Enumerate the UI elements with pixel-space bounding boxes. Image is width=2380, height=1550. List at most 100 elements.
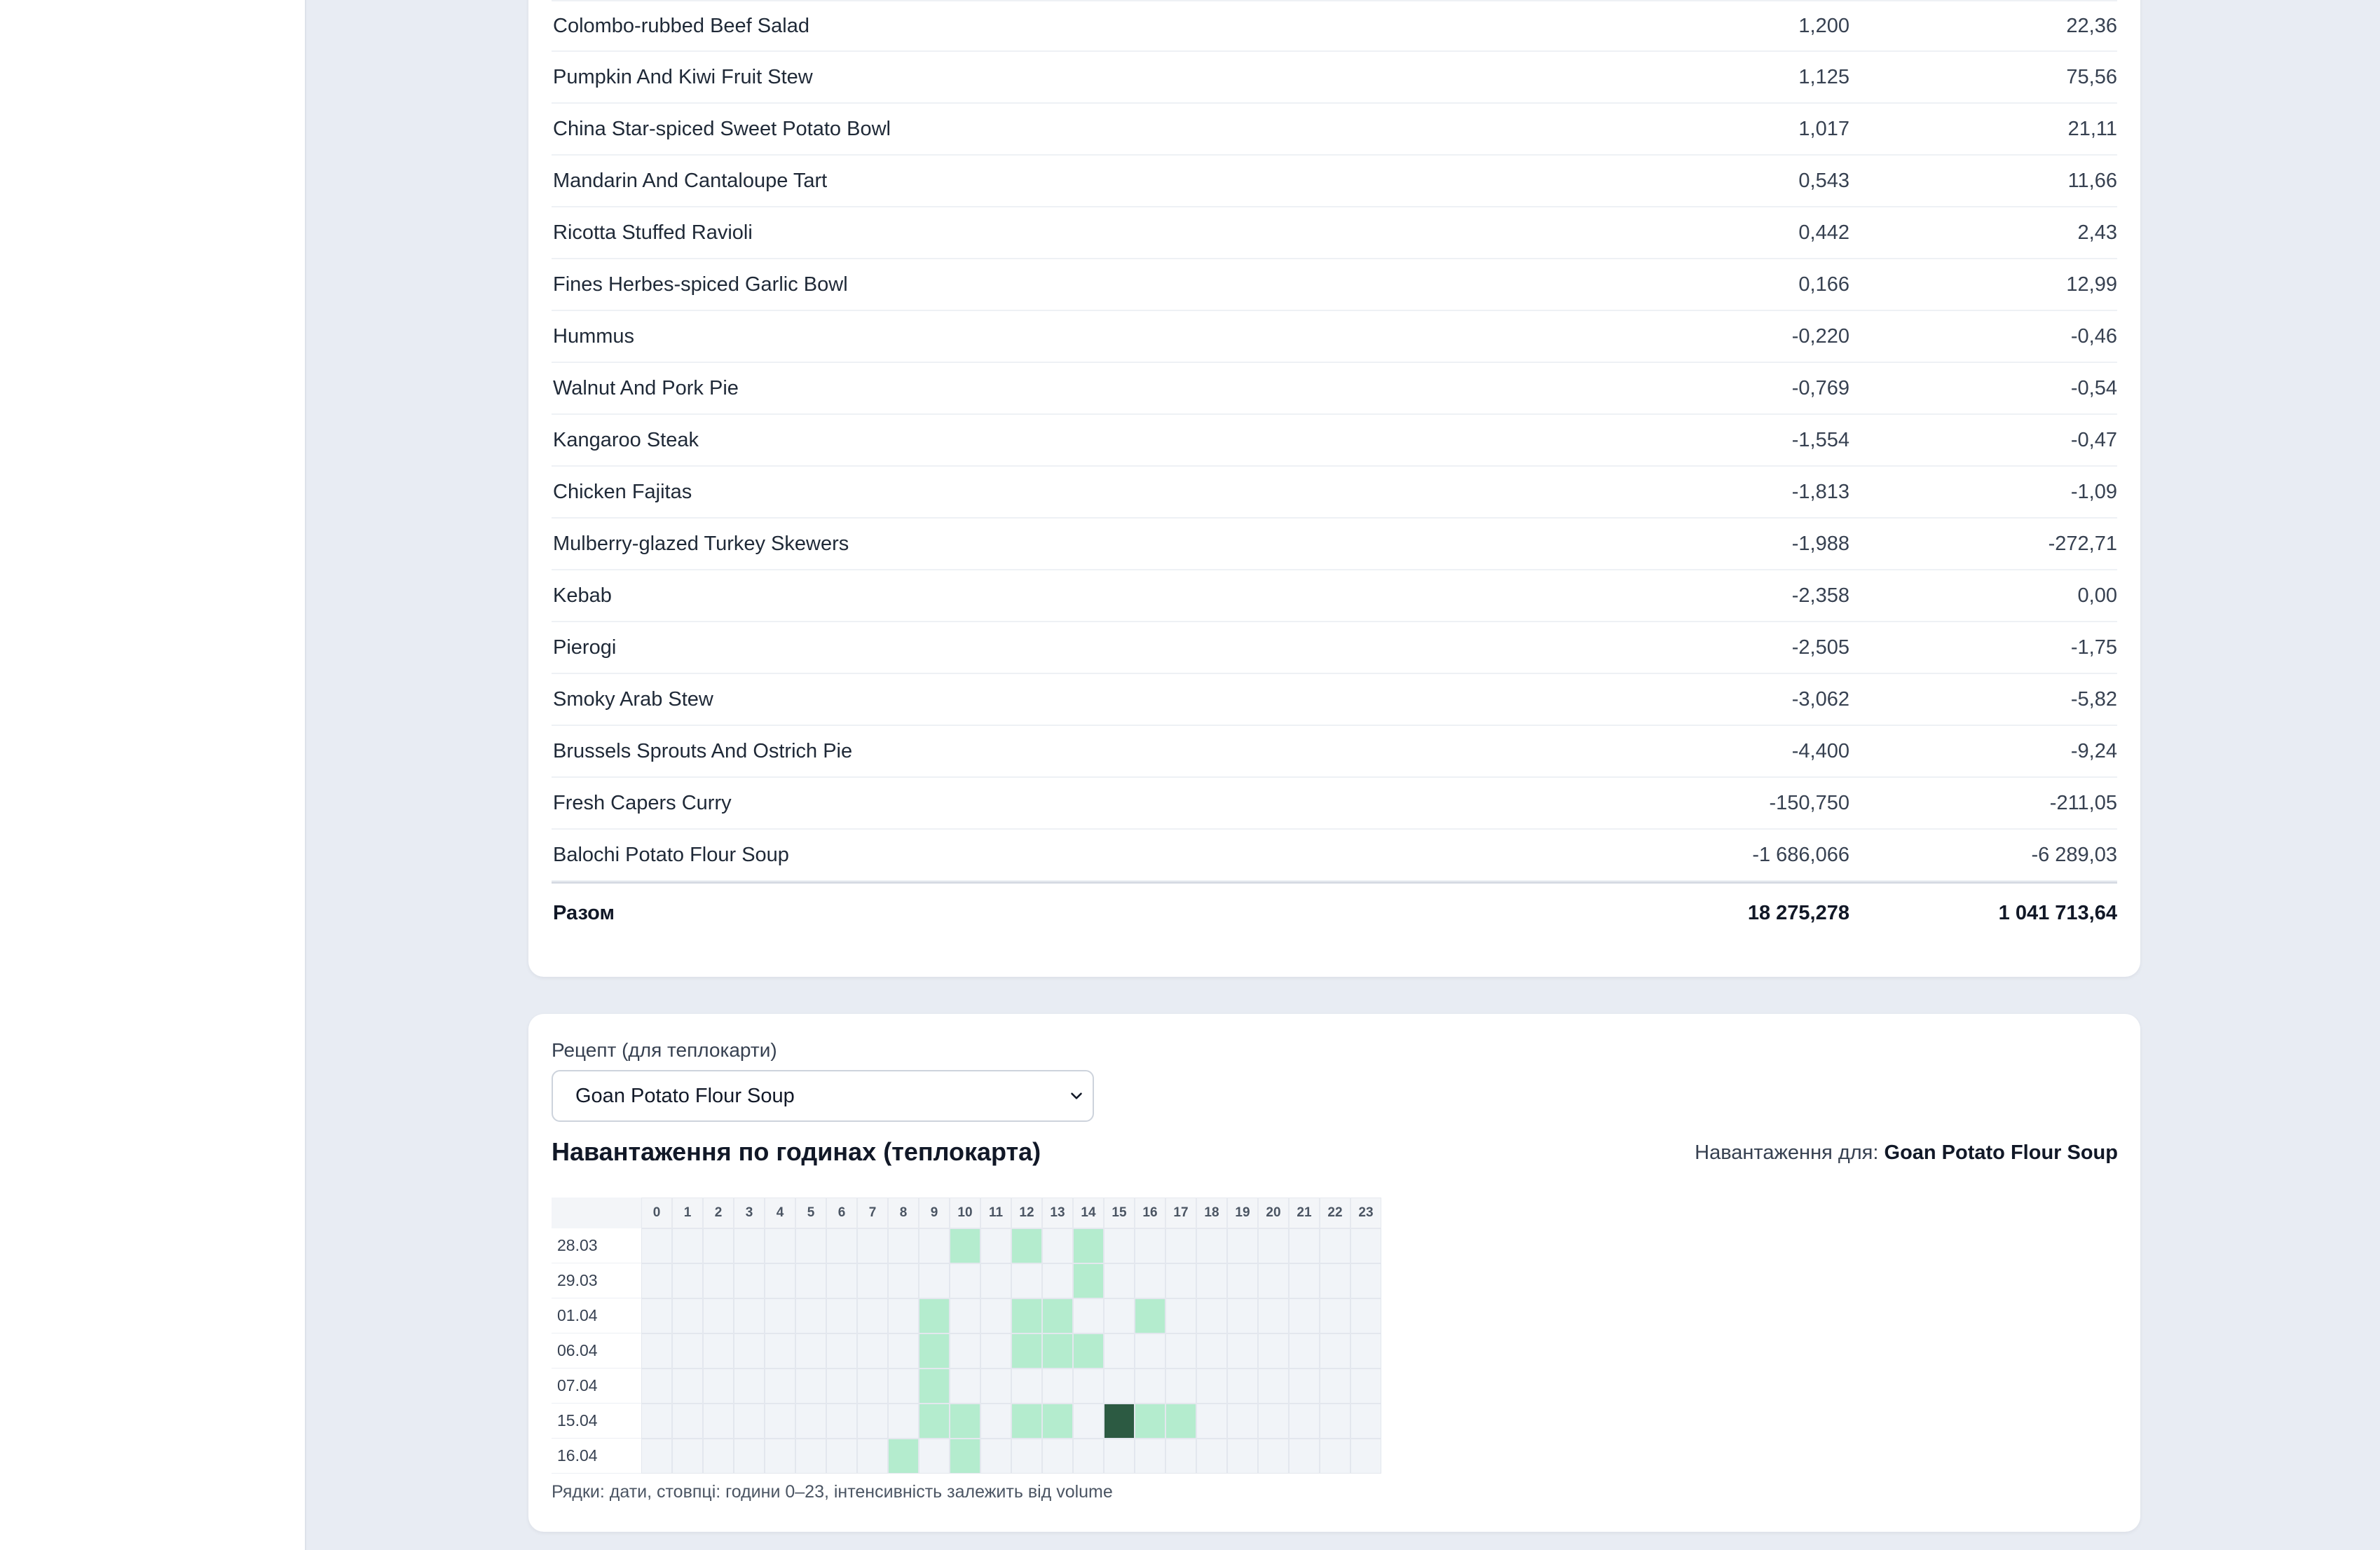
heatmap-cell[interactable] (1196, 1369, 1227, 1404)
heatmap-cell[interactable] (1073, 1263, 1104, 1298)
heatmap-cell[interactable] (1135, 1369, 1165, 1404)
heatmap-cell[interactable] (765, 1369, 795, 1404)
heatmap-cell[interactable] (1289, 1263, 1320, 1298)
heatmap-cell[interactable] (1227, 1439, 1258, 1474)
heatmap-cell[interactable] (672, 1228, 703, 1263)
heatmap-cell[interactable] (1350, 1228, 1381, 1263)
heatmap-cell[interactable] (980, 1439, 1011, 1474)
heatmap-cell[interactable] (888, 1439, 919, 1474)
heatmap-cell[interactable] (826, 1333, 857, 1369)
heatmap-cell[interactable] (1073, 1333, 1104, 1369)
heatmap-cell[interactable] (672, 1263, 703, 1298)
heatmap-cell[interactable] (919, 1404, 950, 1439)
heatmap-cell[interactable] (1289, 1369, 1320, 1404)
heatmap-cell[interactable] (765, 1439, 795, 1474)
heatmap-cell[interactable] (1011, 1439, 1042, 1474)
heatmap-cell[interactable] (672, 1404, 703, 1439)
heatmap-cell[interactable] (1042, 1404, 1073, 1439)
heatmap-cell[interactable] (1165, 1228, 1196, 1263)
heatmap-cell[interactable] (1350, 1298, 1381, 1333)
heatmap-cell[interactable] (1104, 1404, 1135, 1439)
heatmap-cell[interactable] (1135, 1333, 1165, 1369)
heatmap-cell[interactable] (765, 1228, 795, 1263)
heatmap-cell[interactable] (703, 1333, 734, 1369)
heatmap-cell[interactable] (1135, 1439, 1165, 1474)
heatmap-cell[interactable] (765, 1263, 795, 1298)
heatmap-cell[interactable] (1289, 1333, 1320, 1369)
heatmap-cell[interactable] (1320, 1298, 1350, 1333)
heatmap-cell[interactable] (1227, 1333, 1258, 1369)
heatmap-cell[interactable] (734, 1263, 765, 1298)
heatmap-cell[interactable] (795, 1298, 826, 1333)
heatmap-cell[interactable] (1011, 1369, 1042, 1404)
heatmap-cell[interactable] (672, 1298, 703, 1333)
heatmap-cell[interactable] (641, 1369, 672, 1404)
heatmap-cell[interactable] (1350, 1333, 1381, 1369)
heatmap-cell[interactable] (919, 1439, 950, 1474)
heatmap-cell[interactable] (857, 1333, 888, 1369)
heatmap-cell[interactable] (1073, 1439, 1104, 1474)
heatmap-cell[interactable] (672, 1369, 703, 1404)
heatmap-cell[interactable] (857, 1263, 888, 1298)
heatmap-cell[interactable] (950, 1369, 980, 1404)
heatmap-cell[interactable] (857, 1298, 888, 1333)
heatmap-cell[interactable] (888, 1263, 919, 1298)
heatmap-cell[interactable] (1196, 1228, 1227, 1263)
heatmap-cell[interactable] (1258, 1228, 1289, 1263)
heatmap-cell[interactable] (734, 1369, 765, 1404)
heatmap-cell[interactable] (1104, 1369, 1135, 1404)
heatmap-cell[interactable] (1258, 1298, 1289, 1333)
heatmap-cell[interactable] (950, 1298, 980, 1333)
heatmap-cell[interactable] (1350, 1439, 1381, 1474)
heatmap-cell[interactable] (980, 1404, 1011, 1439)
recipe-select[interactable]: Goan Potato Flour Soup (552, 1070, 1094, 1122)
heatmap-cell[interactable] (641, 1263, 672, 1298)
heatmap-cell[interactable] (1196, 1298, 1227, 1333)
heatmap-cell[interactable] (1042, 1298, 1073, 1333)
heatmap-cell[interactable] (1289, 1228, 1320, 1263)
heatmap-cell[interactable] (641, 1298, 672, 1333)
heatmap-cell[interactable] (1350, 1263, 1381, 1298)
heatmap-cell[interactable] (1011, 1298, 1042, 1333)
heatmap-cell[interactable] (826, 1404, 857, 1439)
heatmap-cell[interactable] (1073, 1228, 1104, 1263)
heatmap-cell[interactable] (857, 1228, 888, 1263)
heatmap-cell[interactable] (1227, 1404, 1258, 1439)
heatmap-cell[interactable] (641, 1404, 672, 1439)
heatmap-cell[interactable] (795, 1333, 826, 1369)
heatmap-cell[interactable] (1073, 1298, 1104, 1333)
heatmap-cell[interactable] (1073, 1369, 1104, 1404)
heatmap-cell[interactable] (1011, 1333, 1042, 1369)
heatmap-cell[interactable] (857, 1369, 888, 1404)
heatmap-cell[interactable] (826, 1298, 857, 1333)
heatmap-cell[interactable] (826, 1228, 857, 1263)
heatmap-cell[interactable] (1258, 1333, 1289, 1369)
heatmap-cell[interactable] (795, 1439, 826, 1474)
heatmap-cell[interactable] (1196, 1439, 1227, 1474)
heatmap-cell[interactable] (1165, 1439, 1196, 1474)
heatmap-cell[interactable] (1320, 1333, 1350, 1369)
heatmap-cell[interactable] (795, 1369, 826, 1404)
heatmap-cell[interactable] (1227, 1298, 1258, 1333)
heatmap-cell[interactable] (1196, 1333, 1227, 1369)
heatmap-cell[interactable] (980, 1263, 1011, 1298)
heatmap-cell[interactable] (950, 1263, 980, 1298)
heatmap-cell[interactable] (1320, 1228, 1350, 1263)
heatmap-cell[interactable] (888, 1404, 919, 1439)
heatmap-cell[interactable] (1104, 1333, 1135, 1369)
heatmap-cell[interactable] (1011, 1404, 1042, 1439)
heatmap-cell[interactable] (888, 1369, 919, 1404)
heatmap-cell[interactable] (857, 1439, 888, 1474)
heatmap-cell[interactable] (1320, 1263, 1350, 1298)
heatmap-cell[interactable] (703, 1369, 734, 1404)
heatmap-cell[interactable] (950, 1228, 980, 1263)
heatmap-cell[interactable] (950, 1439, 980, 1474)
heatmap-cell[interactable] (1196, 1404, 1227, 1439)
heatmap-cell[interactable] (980, 1333, 1011, 1369)
heatmap-cell[interactable] (1320, 1439, 1350, 1474)
heatmap-cell[interactable] (1289, 1298, 1320, 1333)
heatmap-cell[interactable] (765, 1298, 795, 1333)
heatmap-cell[interactable] (1227, 1263, 1258, 1298)
heatmap-cell[interactable] (1073, 1404, 1104, 1439)
heatmap-cell[interactable] (1135, 1228, 1165, 1263)
